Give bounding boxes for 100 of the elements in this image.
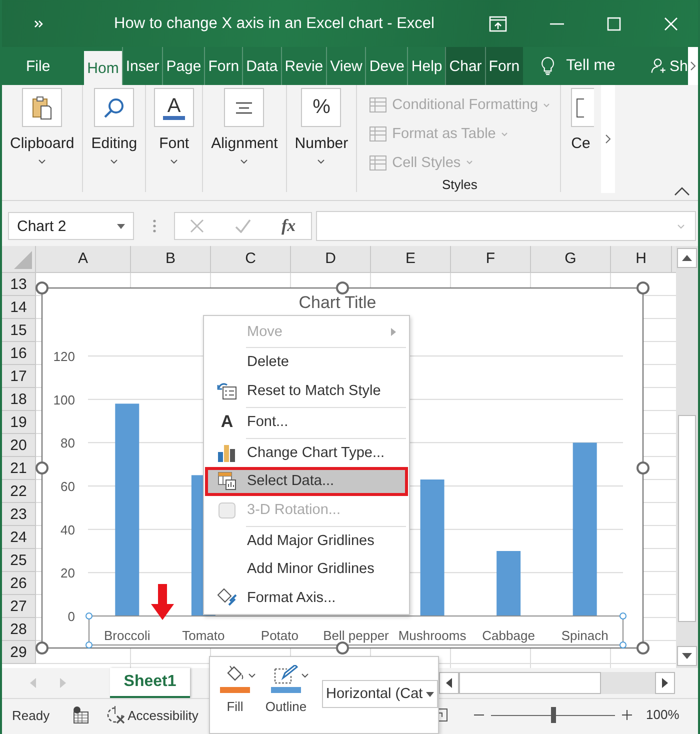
menu-item[interactable]: Select Data...: [205, 467, 408, 496]
chevron-icon[interactable]: [38, 159, 46, 164]
chevron-icon[interactable]: [240, 159, 248, 164]
row-header[interactable]: 19: [2, 411, 36, 434]
ribbon-tab[interactable]: Forn: [484, 47, 523, 85]
lightbulb-icon[interactable]: [540, 55, 554, 77]
paint-bucket-icon: [216, 588, 238, 608]
ribbon-group-button[interactable]: [94, 88, 134, 127]
ribbon-group-button[interactable]: A: [154, 88, 194, 127]
ribbon-tab[interactable]: Char: [445, 47, 485, 85]
column-header[interactable]: G: [531, 246, 611, 272]
row-header[interactable]: 13: [2, 273, 36, 296]
macro-record-icon[interactable]: [72, 706, 90, 724]
ribbon-tab[interactable]: Forn: [204, 47, 242, 85]
resize-handle[interactable]: [36, 462, 48, 474]
ribbon-tab[interactable]: Inser: [122, 47, 162, 85]
row-header[interactable]: 16: [2, 342, 36, 365]
ribbon-tab[interactable]: Data: [242, 47, 281, 85]
chevron-icon[interactable]: [110, 159, 118, 164]
row-header[interactable]: 29: [2, 641, 36, 664]
row-header[interactable]: 20: [2, 434, 36, 457]
accessibility-status[interactable]: Accessibility: [128, 708, 198, 722]
menu-item[interactable]: Change Chart Type...: [205, 438, 408, 467]
resize-handle[interactable]: [636, 642, 650, 654]
ribbon-group-button[interactable]: [224, 88, 264, 127]
checkmark-icon[interactable]: [234, 219, 251, 233]
ribbon-tab[interactable]: Deve: [365, 47, 408, 85]
ribbon-display-icon[interactable]: [489, 16, 507, 32]
zoom-level[interactable]: 100%: [646, 707, 680, 722]
menu-item[interactable]: Delete: [205, 348, 408, 376]
resize-handle[interactable]: [36, 282, 48, 294]
row-header[interactable]: 17: [2, 365, 36, 388]
column-header[interactable]: B: [131, 246, 211, 272]
minimize-icon[interactable]: [550, 22, 564, 24]
fill-button[interactable]: Fill: [220, 665, 260, 714]
row-header[interactable]: 27: [2, 595, 36, 618]
resize-handle[interactable]: [636, 462, 650, 474]
drag-handle-icon[interactable]: [153, 219, 156, 233]
row-header[interactable]: 14: [2, 296, 36, 319]
formula-input[interactable]: [316, 211, 696, 241]
scroll-right-button[interactable]: [655, 672, 675, 694]
row-header[interactable]: 25: [2, 549, 36, 572]
resize-handle[interactable]: [336, 642, 349, 654]
row-header[interactable]: 28: [2, 618, 36, 641]
ribbon-tab[interactable]: Page: [162, 47, 204, 85]
chevron-icon[interactable]: [317, 159, 326, 164]
accessibility-icon[interactable]: [106, 706, 126, 724]
close-icon[interactable]: [664, 16, 678, 30]
ribbon-tab[interactable]: File: [18, 47, 58, 85]
row-header[interactable]: 15: [2, 319, 36, 342]
row-header[interactable]: 24: [2, 526, 36, 549]
zoom-in-button[interactable]: [622, 710, 632, 720]
chevron-icon: [543, 102, 550, 108]
collapse-ribbon-icon[interactable]: [674, 187, 690, 196]
tell-me-search[interactable]: Tell me: [566, 57, 616, 75]
row-header[interactable]: 26: [2, 572, 36, 595]
share-button[interactable]: Sh: [670, 58, 688, 74]
column-header[interactable]: F: [451, 246, 531, 272]
sheet-tab[interactable]: Sheet1: [110, 668, 190, 698]
name-box[interactable]: Chart 2: [8, 212, 134, 240]
row-header[interactable]: 23: [2, 503, 36, 526]
menu-item[interactable]: Add Major Gridlines: [205, 526, 408, 555]
ribbon-tab[interactable]: Hom: [84, 51, 122, 85]
scroll-up-button[interactable]: [677, 248, 697, 268]
scroll-down-button[interactable]: [677, 646, 697, 666]
scroll-left-button[interactable]: [439, 672, 459, 694]
scrollbar-thumb[interactable]: [678, 415, 696, 622]
column-header[interactable]: D: [291, 246, 371, 272]
ribbon-tab[interactable]: Revie: [280, 47, 326, 85]
chevron-icon[interactable]: [170, 159, 178, 164]
resize-handle[interactable]: [336, 282, 349, 294]
quick-access-icon[interactable]: [34, 20, 44, 28]
row-header[interactable]: 18: [2, 388, 36, 411]
outline-button[interactable]: Outline: [268, 665, 314, 714]
person-add-icon[interactable]: [651, 57, 666, 75]
row-header[interactable]: 21: [2, 457, 36, 480]
column-header[interactable]: H: [611, 246, 672, 272]
ribbon-tab[interactable]: View: [326, 47, 366, 85]
scroll-right-button[interactable]: [688, 47, 698, 85]
column-header[interactable]: A: [36, 246, 131, 272]
column-header[interactable]: C: [211, 246, 291, 272]
maximize-icon[interactable]: [607, 16, 621, 30]
zoom-slider[interactable]: [491, 707, 615, 723]
vertical-scrollbar[interactable]: [676, 246, 698, 668]
ribbon-group-button[interactable]: [22, 88, 62, 127]
row-header[interactable]: 22: [2, 480, 36, 503]
resize-handle[interactable]: [36, 642, 48, 654]
scrollbar-thumb[interactable]: [459, 672, 601, 694]
chart-element-dropdown[interactable]: Horizontal (Cat: [322, 680, 438, 708]
status-text: Ready: [12, 708, 50, 722]
menu-item[interactable]: Format Axis...: [205, 584, 408, 612]
menu-item[interactable]: Add Minor Gridlines: [205, 555, 408, 584]
horizontal-scrollbar[interactable]: [439, 672, 675, 694]
column-header[interactable]: E: [371, 246, 451, 272]
resize-handle[interactable]: [636, 282, 650, 294]
font-icon: A: [220, 412, 234, 432]
insert-function-button[interactable]: fx: [282, 216, 296, 236]
ribbon-group-button[interactable]: %: [301, 88, 342, 127]
axis-selection[interactable]: [86, 612, 626, 648]
axis-label: 20: [60, 566, 75, 581]
